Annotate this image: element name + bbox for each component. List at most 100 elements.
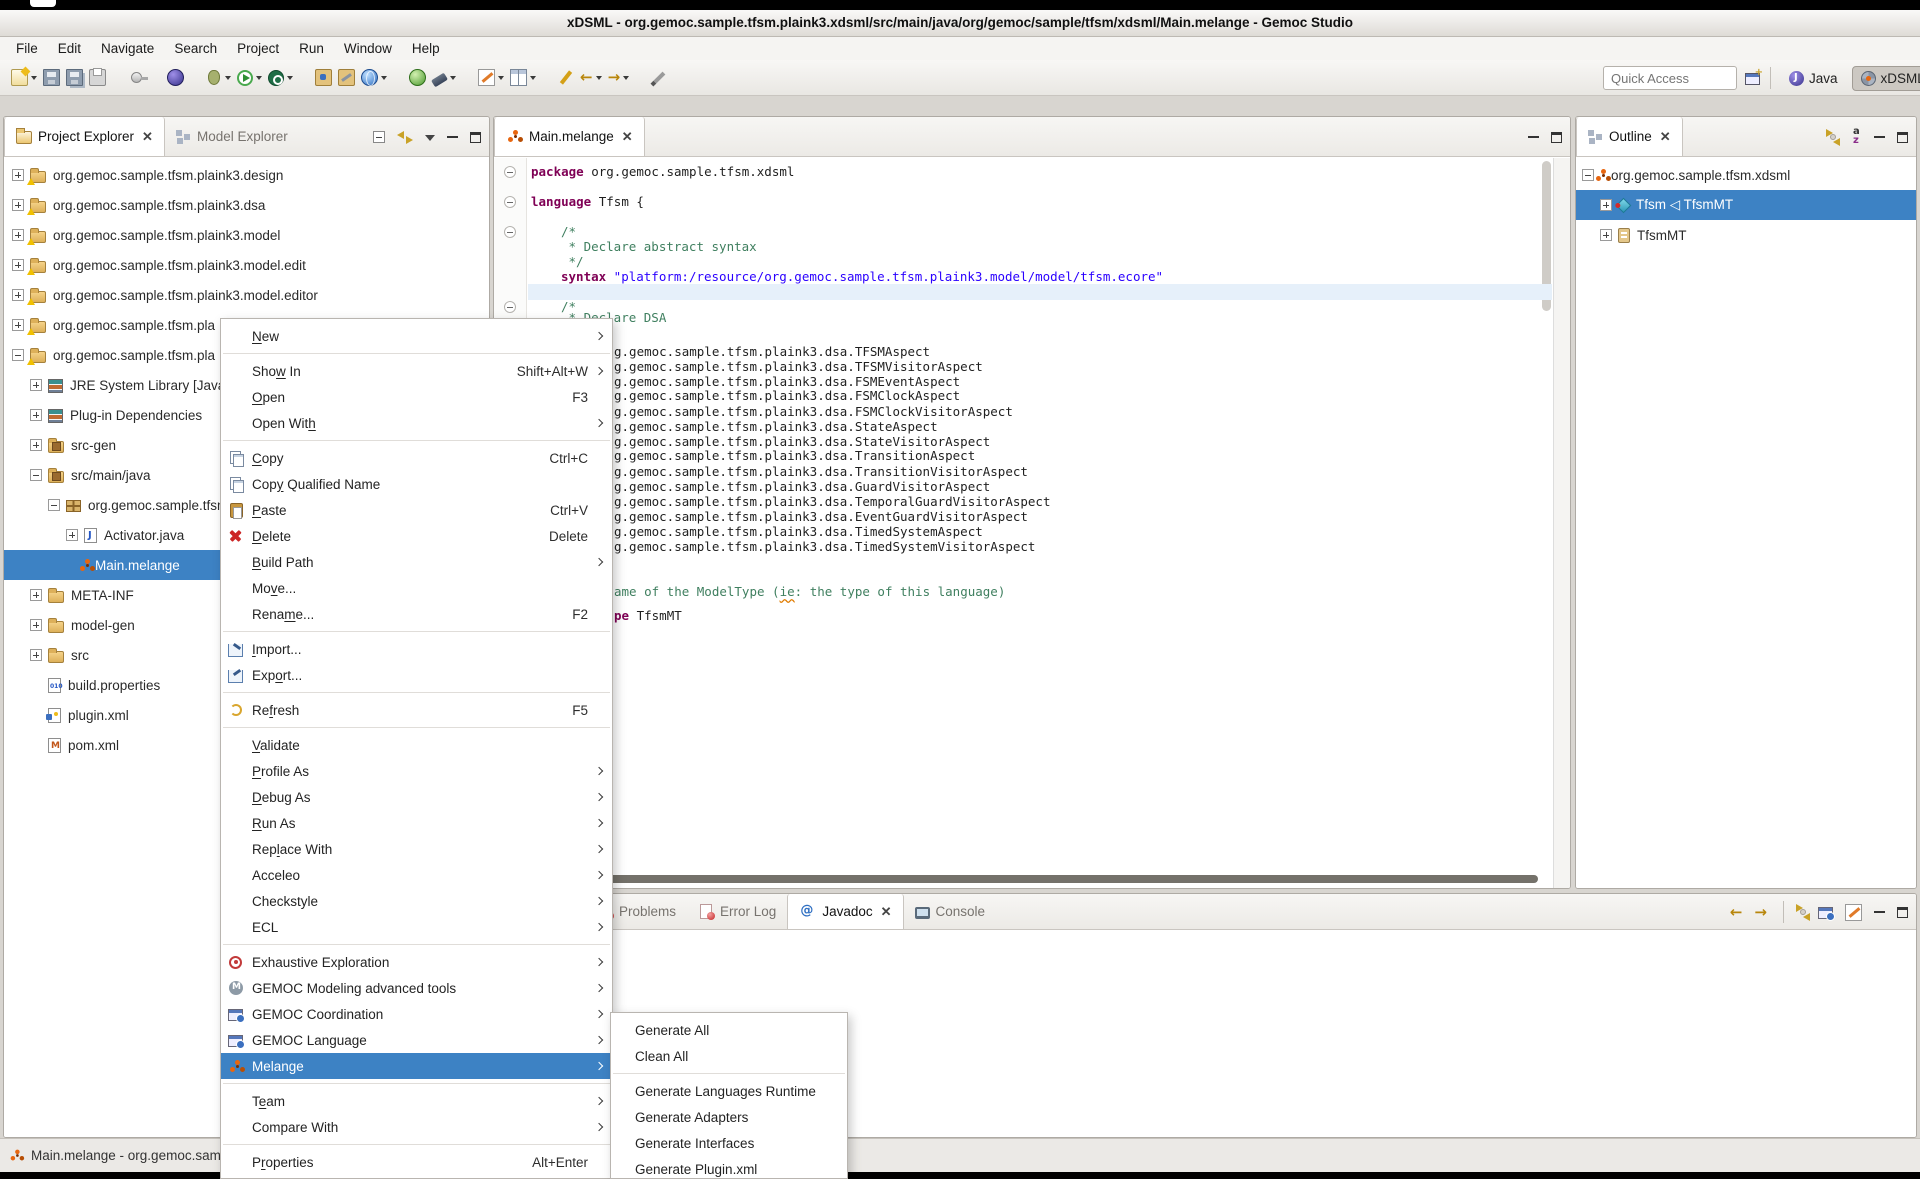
run-button[interactable]: [235, 68, 264, 88]
back-button[interactable]: ←: [578, 67, 604, 88]
tree-item[interactable]: org.gemoc.sample.tfsm.plaink3.model.edit…: [4, 280, 489, 310]
dropdown-arrow-icon[interactable]: [596, 76, 602, 80]
menu-item-clean-all[interactable]: Clean All: [611, 1043, 847, 1069]
expander-plus-icon[interactable]: [30, 589, 42, 601]
fold-collapse-icon[interactable]: [504, 301, 516, 313]
menu-item-checkstyle[interactable]: Checkstyle: [221, 888, 612, 914]
menu-item-gemoc-language[interactable]: GEMOC Language: [221, 1027, 612, 1053]
search-button[interactable]: [430, 69, 458, 86]
menu-item-replace-with[interactable]: Replace With: [221, 836, 612, 862]
tab-model-explorer[interactable]: Model Explorer: [165, 117, 299, 156]
menu-project[interactable]: Project: [227, 41, 289, 56]
close-tab-icon[interactable]: ✕: [622, 129, 633, 145]
minimize-icon[interactable]: [1874, 907, 1885, 918]
maximize-icon[interactable]: [1551, 132, 1562, 143]
tab-javadoc[interactable]: Javadoc✕: [787, 894, 903, 929]
collapse-all-icon[interactable]: [373, 131, 385, 143]
tab-error-log[interactable]: Error Log: [687, 894, 787, 929]
new-wizard-button[interactable]: [9, 67, 39, 88]
dropdown-arrow-icon[interactable]: [31, 76, 37, 80]
editor-text-area[interactable]: package org.gemoc.sample.tfsm.xdsmllangu…: [494, 158, 1570, 888]
expander-plus-icon[interactable]: [12, 169, 24, 181]
toggle-input-icon[interactable]: [1845, 904, 1862, 921]
menu-item-properties[interactable]: PropertiesAlt+Enter: [221, 1149, 612, 1175]
update-button[interactable]: [407, 67, 428, 88]
dropdown-arrow-icon[interactable]: [256, 76, 262, 80]
menu-item-show-in[interactable]: Show InShift+Alt+W: [221, 358, 612, 384]
navigate-back-icon[interactable]: ←: [1730, 904, 1743, 921]
menu-item-copy-qualified-name[interactable]: Copy Qualified Name: [221, 471, 612, 497]
menu-window[interactable]: Window: [334, 41, 402, 56]
menu-item-run-as[interactable]: Run As: [221, 810, 612, 836]
tree-item[interactable]: org.gemoc.sample.tfsm.plaink3.model: [4, 220, 489, 250]
view-menu-icon[interactable]: [425, 135, 435, 141]
menu-item-compare-with[interactable]: Compare With: [221, 1114, 612, 1140]
maximize-icon[interactable]: [1897, 132, 1908, 143]
menu-item-validate[interactable]: Validate: [221, 732, 612, 758]
forward-button[interactable]: →: [606, 67, 632, 88]
expander-plus-icon[interactable]: [30, 439, 42, 451]
menu-item-acceleo[interactable]: Acceleo: [221, 862, 612, 888]
menu-item-export[interactable]: Export...: [221, 662, 612, 688]
tab-outline[interactable]: Outline ✕: [1576, 117, 1683, 156]
menu-item-paste[interactable]: PasteCtrl+V: [221, 497, 612, 523]
expander-plus-icon[interactable]: [12, 199, 24, 211]
web-browser-button[interactable]: [359, 67, 389, 88]
outline-item[interactable]: TfsmMT: [1576, 220, 1916, 250]
menu-file[interactable]: File: [6, 41, 48, 56]
menu-item-team[interactable]: Team: [221, 1088, 612, 1114]
expander-plus-icon[interactable]: [30, 379, 42, 391]
quick-access-input[interactable]: [1603, 66, 1737, 90]
close-tab-icon[interactable]: ✕: [1660, 129, 1671, 145]
last-edit-location-button[interactable]: [556, 67, 576, 88]
menu-help[interactable]: Help: [402, 41, 450, 56]
tab-project-explorer[interactable]: Project Explorer ✕: [4, 117, 165, 156]
menu-item-open[interactable]: OpenF3: [221, 384, 612, 410]
expander-plus-icon[interactable]: [30, 649, 42, 661]
java-application-button[interactable]: [165, 67, 186, 88]
fold-collapse-icon[interactable]: [504, 196, 516, 208]
tab-console[interactable]: Console: [904, 894, 997, 929]
minimize-icon[interactable]: [1528, 132, 1539, 143]
outline-item[interactable]: Tfsm ◁ TfsmMT: [1576, 190, 1916, 220]
menu-item-generate-interfaces[interactable]: Generate Interfaces: [611, 1130, 847, 1156]
menu-item-generate-plugin-xml[interactable]: Generate Plugin.xml: [611, 1156, 847, 1179]
minimize-icon[interactable]: [1874, 132, 1885, 143]
menu-item-debug-as[interactable]: Debug As: [221, 784, 612, 810]
expander-minus-icon[interactable]: [30, 469, 42, 481]
dropdown-arrow-icon[interactable]: [225, 76, 231, 80]
save-all-button[interactable]: [64, 67, 85, 88]
dropdown-arrow-icon[interactable]: [623, 76, 629, 80]
maximize-icon[interactable]: [1897, 907, 1908, 918]
open-attached-javadoc-icon[interactable]: [1818, 907, 1833, 919]
close-tab-icon[interactable]: ✕: [881, 904, 892, 920]
tree-item[interactable]: org.gemoc.sample.tfsm.plaink3.model.edit: [4, 250, 489, 280]
expander-plus-icon[interactable]: [12, 319, 24, 331]
outline-item[interactable]: org.gemoc.sample.tfsm.xdsml: [1576, 160, 1916, 190]
horizontal-scrollbar[interactable]: [530, 875, 1538, 883]
expander-plus-icon[interactable]: [66, 529, 78, 541]
perspective-button-xdsml[interactable]: xDSML: [1852, 66, 1920, 91]
menu-item-exhaustive-exploration[interactable]: Exhaustive Exploration: [221, 949, 612, 975]
menu-item-new[interactable]: New: [221, 323, 612, 349]
menu-navigate[interactable]: Navigate: [91, 41, 164, 56]
dropdown-arrow-icon[interactable]: [530, 76, 536, 80]
tree-item[interactable]: org.gemoc.sample.tfsm.plaink3.dsa: [4, 190, 489, 220]
expander-minus-icon[interactable]: [1582, 169, 1594, 181]
menu-item-generate-languages-runtime[interactable]: Generate Languages Runtime: [611, 1078, 847, 1104]
menu-item-profile-as[interactable]: Profile As: [221, 758, 612, 784]
new-plugin-project-button[interactable]: [313, 67, 334, 88]
menu-item-copy[interactable]: CopyCtrl+C: [221, 445, 612, 471]
expander-minus-icon[interactable]: [48, 499, 60, 511]
expander-plus-icon[interactable]: [30, 409, 42, 421]
expander-plus-icon[interactable]: [30, 619, 42, 631]
save-button[interactable]: [41, 67, 62, 88]
menu-run[interactable]: Run: [289, 41, 334, 56]
minimize-icon[interactable]: [447, 132, 458, 143]
menu-item-gemoc-modeling-advanced-tools[interactable]: GEMOC Modeling advanced tools: [221, 975, 612, 1001]
menu-item-generate-adapters[interactable]: Generate Adapters: [611, 1104, 847, 1130]
print-button[interactable]: [87, 67, 108, 88]
maximize-icon[interactable]: [470, 132, 481, 143]
navigate-forward-icon[interactable]: →: [1754, 904, 1767, 921]
menu-edit[interactable]: Edit: [48, 41, 91, 56]
